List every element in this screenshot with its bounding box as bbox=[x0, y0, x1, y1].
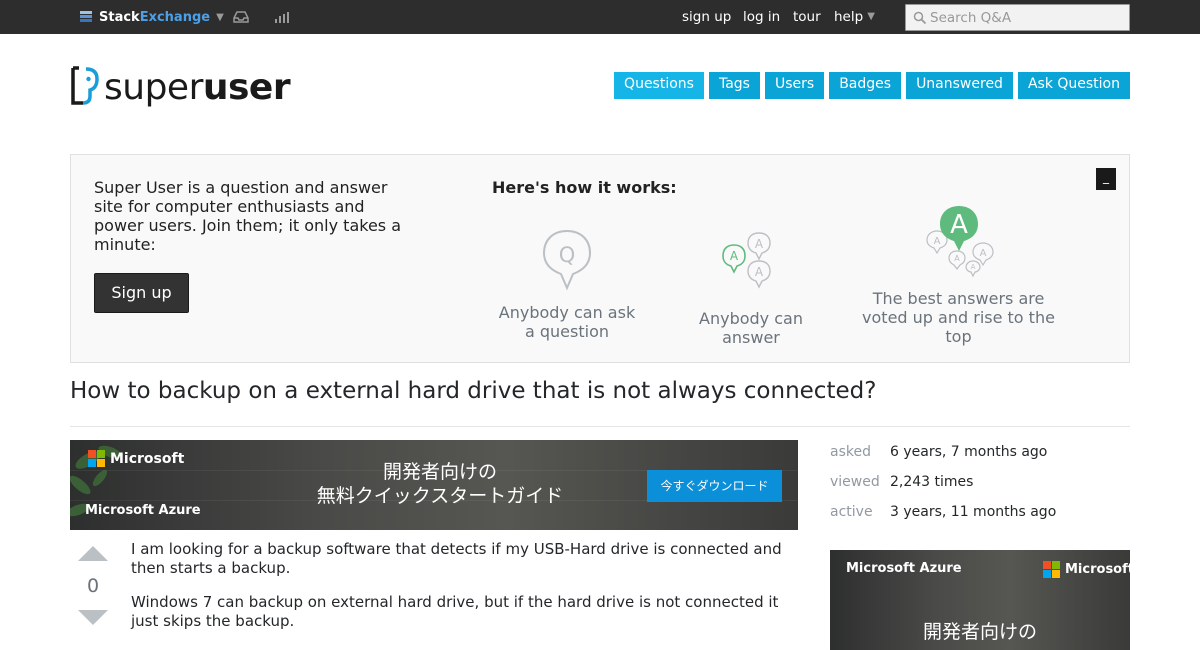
ad-headline-line-2: 無料クイックスタートガイド bbox=[316, 485, 564, 507]
nav-tab-unanswered[interactable]: Unanswered bbox=[906, 72, 1013, 99]
question-body: I am looking for a backup software that … bbox=[131, 540, 796, 646]
ad-brand-text: Microsoft bbox=[110, 450, 185, 467]
logo-wordmark-light: super bbox=[104, 66, 203, 108]
welcome-hero: Super User is a question and answer site… bbox=[70, 154, 1130, 363]
microsoft-logo-icon bbox=[1043, 561, 1060, 578]
help-menu[interactable]: help ▼ bbox=[834, 9, 875, 25]
ad-download-button[interactable]: 今すぐダウンロード bbox=[647, 470, 782, 502]
superuser-logo[interactable]: superuser bbox=[70, 62, 291, 110]
question-title[interactable]: How to backup on a external hard drive t… bbox=[70, 378, 876, 404]
vote-letter-1: A bbox=[933, 236, 940, 247]
nav-tab-badges[interactable]: Badges bbox=[829, 72, 902, 99]
ad-headline-line-1: 開発者向けの bbox=[382, 461, 497, 483]
search-box[interactable] bbox=[905, 4, 1130, 31]
chevron-down-icon: ▼ bbox=[216, 11, 224, 23]
close-hero-button[interactable]: _ bbox=[1096, 168, 1116, 190]
nav-tab-questions[interactable]: Questions bbox=[614, 72, 704, 99]
signup-link[interactable]: sign up bbox=[682, 9, 731, 25]
ad-headline: 開発者向けの 無料クイックスタートガイド bbox=[290, 460, 590, 508]
help-link[interactable]: help bbox=[834, 9, 863, 25]
how-it-works-title: Here's how it works: bbox=[492, 178, 677, 197]
stat-label: viewed bbox=[830, 474, 880, 490]
downvote-arrow-icon[interactable] bbox=[78, 610, 108, 625]
nav-tab-tags[interactable]: Tags bbox=[708, 72, 760, 99]
step-ask: Q Anybody can ask a question bbox=[496, 227, 638, 341]
ad-product-text: Microsoft Azure bbox=[846, 561, 962, 576]
vote-letter-4: A bbox=[970, 263, 975, 271]
ad-headline-line-1: 開発者向けの bbox=[922, 621, 1037, 643]
ad-banner-side[interactable]: Microsoft Azure Microsoft 開発者向けの bbox=[830, 550, 1130, 650]
stat-value[interactable]: 3 years, 11 months ago bbox=[890, 504, 1056, 520]
question-bubble-icon: Q bbox=[542, 229, 592, 291]
question-paragraph: I am looking for a backup software that … bbox=[131, 540, 782, 577]
vote-letter-3: A bbox=[954, 254, 960, 263]
step-question-letter: Q bbox=[559, 243, 576, 267]
ad-brand-text: Microsoft bbox=[1065, 562, 1130, 577]
step-ask-text: Anybody can ask a question bbox=[498, 303, 636, 341]
step-answer: A A A Anybody can answer bbox=[681, 229, 821, 347]
nav-tab-ask-question[interactable]: Ask Question bbox=[1017, 72, 1130, 99]
logo-wordmark-bold: user bbox=[202, 66, 291, 108]
step-vote: A A A A A The best answers are voted up … bbox=[856, 205, 1061, 346]
ad-product-text: Microsoft Azure bbox=[85, 503, 201, 518]
microsoft-logo: Microsoft bbox=[88, 450, 184, 467]
stat-value[interactable]: 6 years, 7 months ago bbox=[890, 444, 1047, 460]
search-icon bbox=[913, 11, 927, 25]
signup-button[interactable]: Sign up bbox=[94, 273, 189, 313]
upvote-arrow-icon[interactable] bbox=[78, 546, 108, 561]
step-vote-text: The best answers are voted up and rise t… bbox=[862, 289, 1055, 346]
stat-active: active 3 years, 11 months ago bbox=[830, 497, 1056, 527]
divider bbox=[70, 426, 1130, 427]
nav-tab-users[interactable]: Users bbox=[764, 72, 825, 99]
stat-viewed: viewed 2,243 times bbox=[830, 467, 1056, 497]
site-nav: Questions Tags Users Badges Unanswered A… bbox=[614, 72, 1130, 99]
vote-count: 0 bbox=[86, 575, 100, 597]
stat-label: asked bbox=[830, 444, 871, 460]
step-answer-text: Anybody can answer bbox=[699, 309, 803, 347]
achievements-icon[interactable] bbox=[274, 10, 290, 24]
logo-wordmark: superuser bbox=[104, 66, 291, 108]
ad-banner-main[interactable]: Microsoft Microsoft Azure 開発者向けの 無料クイックス… bbox=[70, 440, 798, 530]
answer-letter-1: A bbox=[755, 237, 764, 251]
brand-exchange: Exchange bbox=[139, 9, 211, 25]
search-input[interactable] bbox=[930, 8, 1125, 28]
superuser-bracket-icon bbox=[71, 66, 99, 105]
microsoft-logo: Microsoft bbox=[1043, 561, 1130, 578]
top-bar: Stack Exchange ▼ sign up log in tour help… bbox=[0, 0, 1200, 34]
stat-value: 2,243 times bbox=[890, 474, 974, 490]
login-link[interactable]: log in bbox=[743, 9, 780, 25]
inbox-icon[interactable] bbox=[233, 10, 249, 24]
stackexchange-menu[interactable]: Stack Exchange ▼ bbox=[80, 8, 224, 26]
tour-link[interactable]: tour bbox=[793, 9, 821, 25]
answer-letter-3: A bbox=[730, 249, 739, 263]
best-answer-icon: A A A A A bbox=[925, 206, 994, 278]
best-answer-letter: A bbox=[950, 210, 968, 240]
answer-bubbles-icon: A A A bbox=[722, 232, 771, 289]
stackexchange-icon bbox=[80, 11, 92, 22]
stat-label: active bbox=[830, 504, 873, 520]
stat-asked: asked 6 years, 7 months ago bbox=[830, 437, 1056, 467]
microsoft-logo-icon bbox=[88, 450, 105, 467]
question-stats: asked 6 years, 7 months ago viewed 2,243… bbox=[830, 437, 1056, 527]
answer-letter-2: A bbox=[755, 265, 764, 279]
question-paragraph: Windows 7 can backup on external hard dr… bbox=[131, 593, 779, 630]
vote-letter-2: A bbox=[979, 248, 986, 259]
chevron-down-icon: ▼ bbox=[867, 11, 875, 22]
hero-intro: Super User is a question and answer site… bbox=[94, 178, 402, 254]
brand-stack: Stack bbox=[99, 9, 140, 25]
